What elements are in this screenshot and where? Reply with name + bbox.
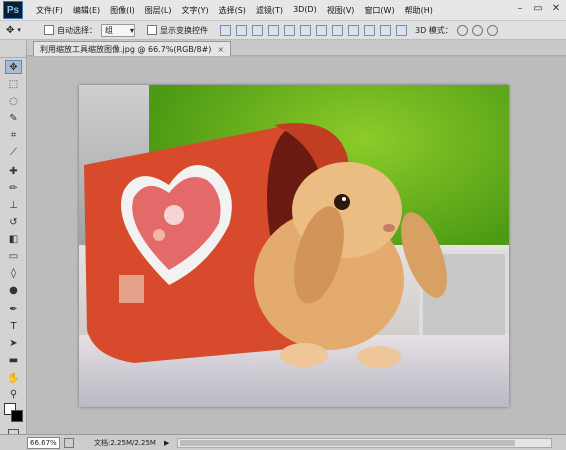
drag-3d-icon[interactable] [486, 24, 498, 36]
align-right-icon[interactable] [300, 24, 311, 36]
scrollbar-thumb[interactable] [180, 439, 516, 446]
minimize-button[interactable]: – [514, 3, 526, 15]
distribute-left-icon[interactable] [364, 24, 375, 36]
mode-3d-label: 3D 模式： [415, 25, 453, 35]
status-menu-arrow[interactable]: ▶ [164, 439, 169, 447]
distribute-top-icon[interactable] [316, 24, 327, 36]
document-tab-bar: 利用缩放工具缩放图像.jpg @ 66.7%(RGB/8#) × [27, 40, 566, 56]
distribute-right-icon[interactable] [396, 24, 407, 36]
move-tool-icon: ✥ [6, 24, 15, 36]
align-top-icon[interactable] [220, 24, 231, 36]
menu-layer[interactable]: 图层(L) [140, 5, 177, 16]
hand-tool-icon[interactable]: ✋ [5, 371, 22, 385]
eyedropper-tool-icon[interactable]: ⟋ [5, 145, 22, 159]
chevron-down-icon: ▾ [129, 25, 134, 35]
close-button[interactable]: ✕ [550, 3, 562, 15]
auto-select-dropdown[interactable]: 组 ▾ [101, 23, 135, 37]
align-bottom-icon[interactable] [252, 24, 263, 36]
pen-tool-icon[interactable]: ✒ [5, 302, 22, 316]
zoom-tool-icon[interactable]: ⚲ [5, 387, 22, 401]
history-brush-tool-icon[interactable]: ↺ [5, 215, 22, 229]
quick-select-tool-icon[interactable]: ✎ [5, 111, 22, 125]
align-buttons [220, 24, 407, 36]
auto-select-checkbox[interactable] [44, 25, 54, 35]
brush-tool-icon[interactable]: ✏ [5, 181, 22, 195]
gradient-tool-icon[interactable]: ▭ [5, 249, 22, 263]
photoshop-logo: Ps [3, 1, 23, 19]
close-tab-icon[interactable]: × [217, 45, 224, 54]
show-transform-label: 显示变换控件 [160, 25, 208, 35]
show-transform-checkbox[interactable] [147, 25, 157, 35]
auto-select-label: 自动选择： [57, 25, 97, 35]
menu-filter[interactable]: 滤镜(T) [251, 5, 288, 16]
align-vcenter-icon[interactable] [236, 24, 247, 36]
menu-window[interactable]: 窗口(W) [359, 5, 399, 16]
document-tab-title: 利用缩放工具缩放图像.jpg @ 66.7%(RGB/8#) [40, 44, 212, 54]
horizontal-scrollbar[interactable] [177, 437, 552, 448]
clone-stamp-tool-icon[interactable]: ⊥ [5, 198, 22, 212]
menu-image[interactable]: 图像(I) [105, 5, 140, 16]
shape-tool-icon[interactable]: ▬ [5, 353, 22, 367]
eraser-tool-icon[interactable]: ◧ [5, 232, 22, 246]
tool-preset-picker[interactable]: ✥ ▾ [6, 23, 36, 38]
menu-bar: Ps 文件(F) 编辑(E) 图像(I) 图层(L) 文字(Y) 选择(S) 滤… [0, 0, 566, 21]
distribute-bottom-icon[interactable] [348, 24, 359, 36]
rotate-3d-icon[interactable] [456, 24, 468, 36]
blur-tool-icon[interactable]: ◊ [5, 266, 22, 280]
mode-3d-group: 3D 模式： [415, 24, 498, 36]
photo-content [84, 123, 447, 368]
chevron-down-icon: ▾ [17, 26, 21, 34]
tools-panel: ✥ ⬚ ◌ ✎ ⌗ ⟋ ✚ ✏ ⊥ ↺ ◧ ▭ ◊ ● ✒ T ➤ ▬ ✋ ⚲ [0, 40, 27, 438]
canvas-area[interactable] [27, 57, 566, 434]
document-image[interactable] [79, 85, 509, 407]
align-left-icon[interactable] [268, 24, 279, 36]
restore-button[interactable]: ▭ [532, 3, 544, 15]
distribute-vcenter-icon[interactable] [332, 24, 343, 36]
lasso-tool-icon[interactable]: ◌ [5, 94, 22, 108]
dodge-tool-icon[interactable]: ● [5, 283, 22, 297]
menu-view[interactable]: 视图(V) [322, 5, 360, 16]
menu-items: 文件(F) 编辑(E) 图像(I) 图层(L) 文字(Y) 选择(S) 滤镜(T… [31, 5, 438, 16]
align-hcenter-icon[interactable] [284, 24, 295, 36]
auto-select-value: 组 [105, 25, 113, 35]
status-bar: 66.67% 文档:2.25M/2.25M ▶ [0, 434, 566, 450]
document-tab[interactable]: 利用缩放工具缩放图像.jpg @ 66.7%(RGB/8#) × [33, 41, 232, 56]
info-icon[interactable] [64, 437, 74, 448]
marquee-tool-icon[interactable]: ⬚ [5, 77, 22, 91]
options-bar: ✥ ▾ 自动选择： 组 ▾ 显示变换控件 3D 模式： [0, 21, 566, 40]
path-selection-tool-icon[interactable]: ➤ [5, 336, 22, 350]
menu-file[interactable]: 文件(F) [31, 5, 68, 16]
roll-3d-icon[interactable] [471, 24, 483, 36]
menu-edit[interactable]: 编辑(E) [68, 5, 105, 16]
menu-3d[interactable]: 3D(D) [288, 5, 322, 16]
panel-grip[interactable] [0, 40, 26, 58]
zoom-field[interactable]: 66.67% [27, 436, 60, 449]
move-tool-icon[interactable]: ✥ [5, 60, 22, 74]
window-controls: – ▭ ✕ [514, 3, 562, 15]
menu-type[interactable]: 文字(Y) [176, 5, 213, 16]
menu-help[interactable]: 帮助(H) [400, 5, 438, 16]
crop-tool-icon[interactable]: ⌗ [5, 128, 22, 142]
document-size: 文档:2.25M/2.25M [94, 438, 156, 447]
background-color-swatch[interactable] [11, 410, 23, 422]
distribute-hcenter-icon[interactable] [380, 24, 391, 36]
menu-select[interactable]: 选择(S) [214, 5, 251, 16]
type-tool-icon[interactable]: T [5, 319, 22, 333]
healing-brush-tool-icon[interactable]: ✚ [5, 164, 22, 178]
